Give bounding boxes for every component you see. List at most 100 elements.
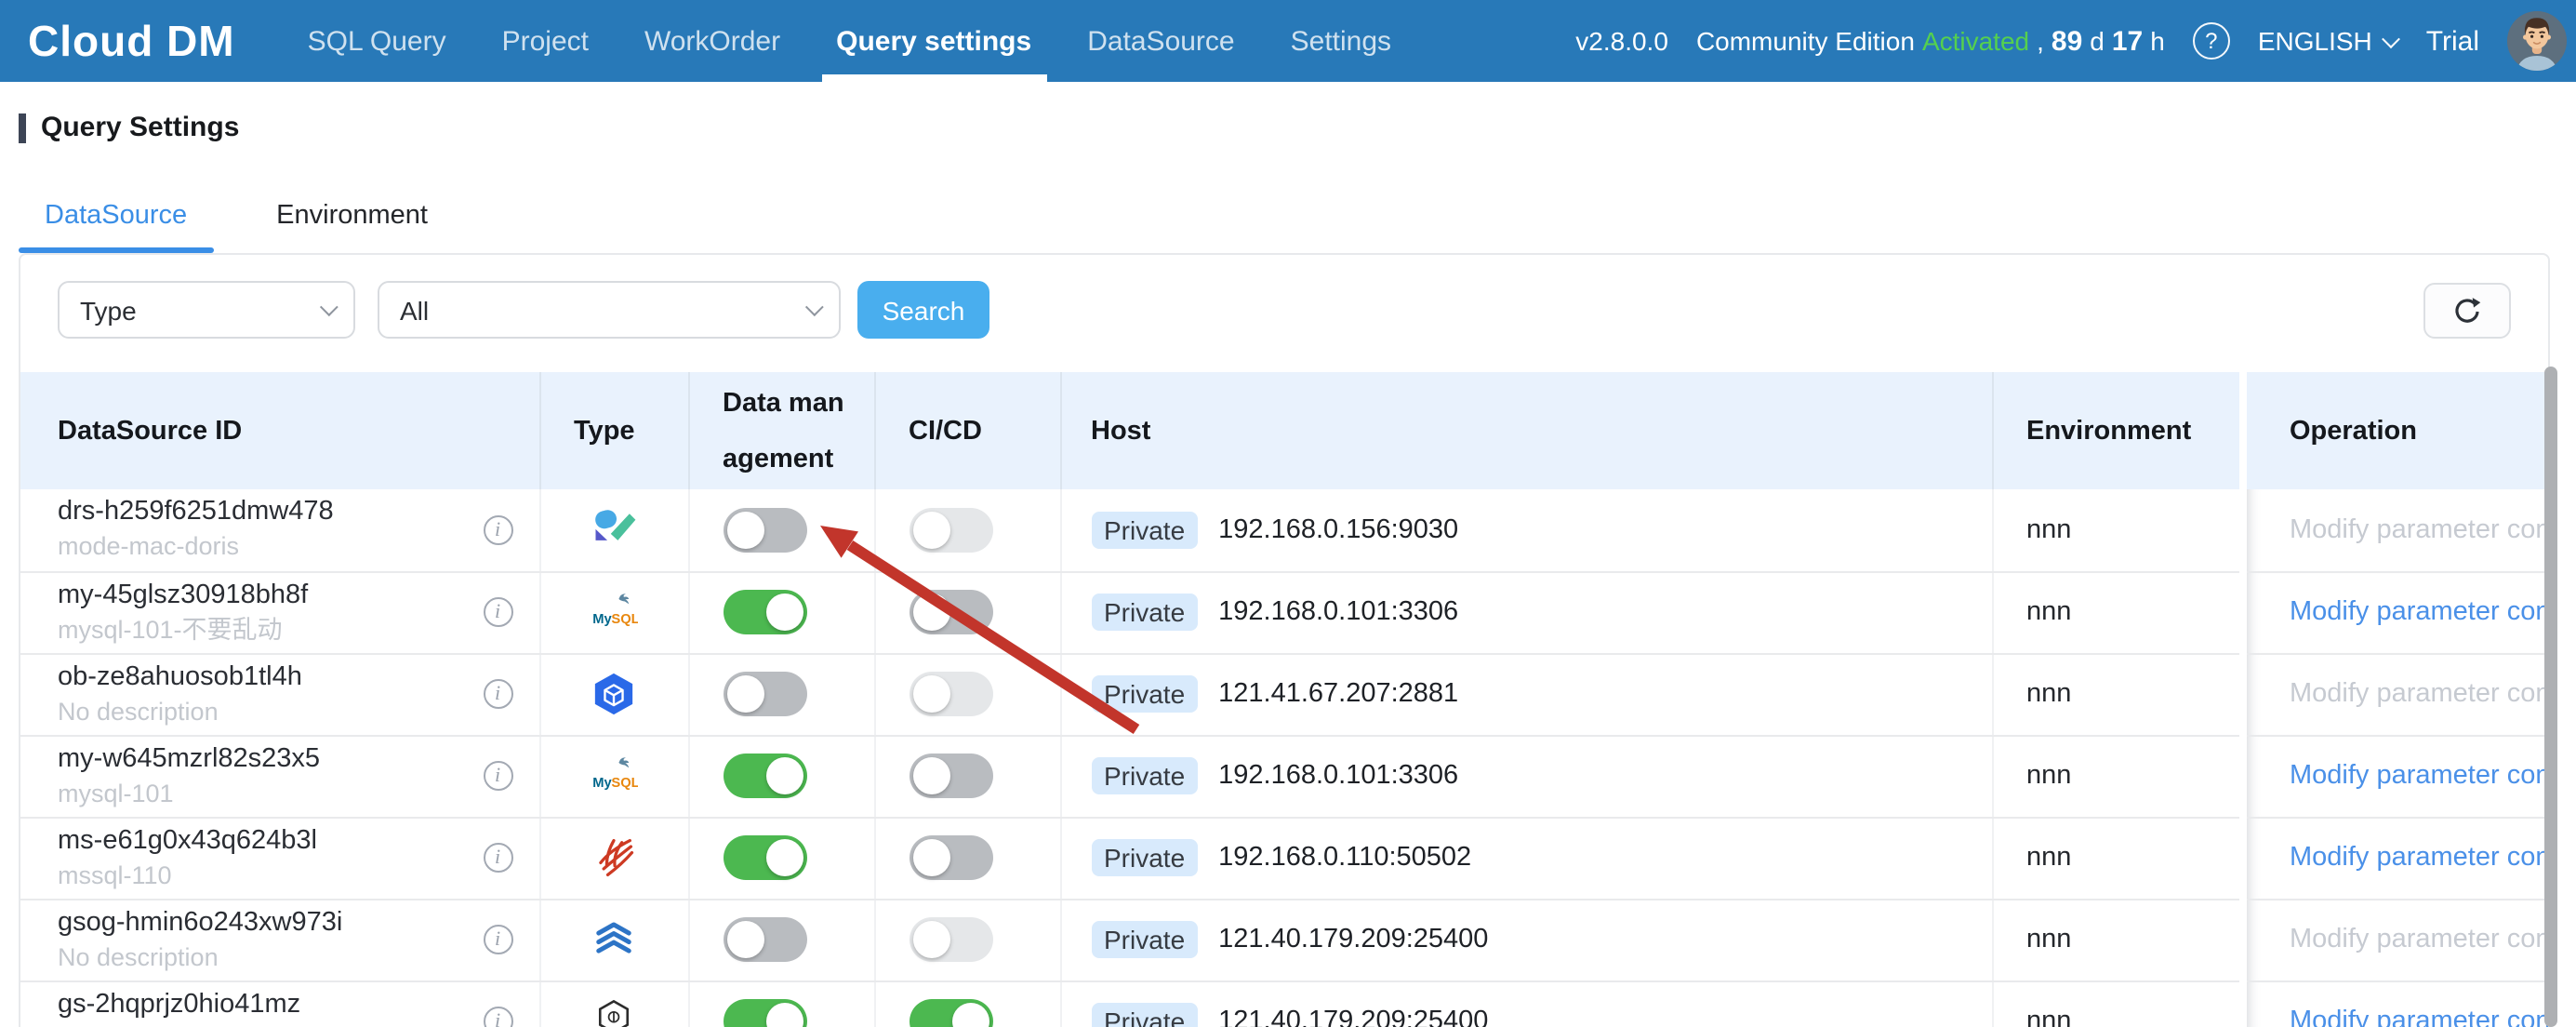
data-management-toggle[interactable] — [723, 672, 806, 716]
cicd-toggle[interactable] — [909, 917, 992, 962]
modify-parameter-link[interactable]: Modify parameter config — [2290, 679, 2548, 709]
table-row: ms-e61g0x43q624b3lmssql-110 Private192.1… — [20, 817, 2548, 899]
plan-label: Trial — [2426, 25, 2479, 57]
table-row: ob-ze8ahuosob1tl4hNo description Private… — [20, 653, 2548, 735]
data-management-toggle[interactable] — [723, 508, 806, 553]
datasource-description: No description — [58, 697, 302, 727]
data-management-toggle[interactable] — [723, 835, 806, 880]
toggle-knob — [726, 675, 764, 713]
toggle-knob — [726, 921, 764, 958]
cicd-toggle[interactable] — [909, 754, 992, 798]
datasource-id: my-45glsz30918bh8f — [58, 580, 308, 611]
toggle-knob — [765, 839, 803, 876]
chevron-down-icon — [805, 298, 824, 316]
content-card: Type All Search DataSource ID — [19, 253, 2550, 1027]
vertical-scrollbar[interactable] — [2544, 367, 2557, 1027]
cicd-toggle[interactable] — [909, 999, 992, 1027]
nav-item-sql-query[interactable]: SQL Query — [280, 0, 474, 82]
toggle-knob — [912, 675, 949, 713]
datasource-id: gsog-hmin6o243xw973i — [58, 907, 342, 939]
table-row: gsog-hmin6o243xw973iNo description Priva… — [20, 899, 2548, 980]
db-type-icon — [590, 834, 638, 882]
modify-parameter-link[interactable]: Modify parameter config — [2290, 925, 2548, 954]
modify-parameter-link[interactable]: Modify parameter config — [2290, 1007, 2548, 1027]
col-header-operation: Operation — [2243, 372, 2548, 489]
license-status: Community Edition Activated , 89 d 17 h — [1696, 25, 2165, 57]
data-management-toggle[interactable] — [723, 754, 806, 798]
tab-environment[interactable]: Environment — [250, 184, 454, 247]
environment-value: nnn — [1992, 653, 2243, 735]
host-address: 192.168.0.101:3306 — [1218, 597, 1458, 627]
datasource-description: mode-mac-doris — [58, 533, 334, 563]
network-scope-badge: Private — [1091, 594, 1198, 631]
network-scope-badge: Private — [1091, 921, 1198, 958]
avatar[interactable] — [2507, 11, 2567, 71]
search-button[interactable]: Search — [857, 281, 989, 339]
nav-item-project[interactable]: Project — [474, 0, 617, 82]
tab-bar: DataSource Environment — [19, 184, 491, 247]
modify-parameter-link[interactable]: Modify parameter config — [2290, 515, 2548, 545]
table-row: drs-h259f6251dmw478 mode-mac-doris Privat… — [20, 489, 2548, 571]
toggle-knob — [726, 512, 764, 549]
info-circle-icon[interactable] — [483, 679, 512, 709]
info-circle-icon[interactable] — [483, 761, 512, 791]
info-circle-icon[interactable] — [483, 843, 512, 873]
app-logo[interactable]: Cloud DM — [28, 16, 235, 66]
network-scope-badge: Private — [1091, 512, 1198, 549]
info-circle-icon[interactable] — [483, 925, 512, 954]
filter-type-select[interactable]: Type — [58, 281, 355, 339]
datasource-id: drs-h259f6251dmw478 — [58, 498, 334, 529]
tab-datasource[interactable]: DataSource — [19, 184, 213, 247]
nav-item-datasource[interactable]: DataSource — [1059, 0, 1262, 82]
environment-value: nnn — [1992, 899, 2243, 980]
network-scope-badge: Private — [1091, 1003, 1198, 1027]
table-row: my-45glsz30918bh8f mysql-101-不要乱动 Private… — [20, 571, 2548, 653]
version-label: v2.8.0.0 — [1575, 26, 1668, 56]
edition-label: Community Edition — [1696, 26, 1915, 56]
datasource-description: mysql-101-不要乱动 — [58, 615, 308, 645]
chevron-down-icon — [2383, 29, 2401, 47]
refresh-icon — [2450, 293, 2485, 328]
info-circle-icon[interactable] — [483, 597, 512, 627]
modify-parameter-link[interactable]: Modify parameter config — [2290, 761, 2548, 791]
host-address: 192.168.0.156:9030 — [1218, 515, 1458, 545]
days-unit: d — [2090, 26, 2105, 56]
main-menu: SQL Query Project WorkOrder Query settin… — [280, 0, 1419, 82]
datasource-id: gs-2hqprjz0hio41mz — [58, 989, 300, 1020]
network-scope-badge: Private — [1091, 675, 1198, 713]
cicd-toggle[interactable] — [909, 835, 992, 880]
user-avatar-icon — [2507, 11, 2567, 71]
db-type-icon — [590, 915, 638, 964]
toggle-knob — [912, 594, 949, 631]
datasource-description: No description — [58, 942, 342, 972]
host-address: 121.41.67.207:2881 — [1218, 679, 1458, 709]
nav-item-settings[interactable]: Settings — [1263, 0, 1419, 82]
days-remaining: 89 — [2052, 25, 2082, 57]
col-header-host: Host — [1060, 372, 1992, 489]
filter-value-select[interactable]: All — [378, 281, 841, 339]
toggle-knob — [765, 757, 803, 794]
info-circle-icon[interactable] — [483, 1007, 512, 1027]
chevron-down-icon — [320, 298, 339, 316]
data-management-toggle[interactable] — [723, 590, 806, 634]
info-circle-icon[interactable] — [483, 515, 512, 545]
environment-value: nnn — [1992, 980, 2243, 1027]
col-header-environment: Environment — [1992, 372, 2243, 489]
activation-badge: Activated — [1922, 26, 2029, 56]
data-management-toggle[interactable] — [723, 917, 806, 962]
data-management-toggle[interactable] — [723, 999, 806, 1027]
title-accent-bar — [19, 113, 26, 142]
help-icon[interactable]: ? — [2193, 22, 2230, 60]
nav-item-query-settings[interactable]: Query settings — [808, 0, 1059, 82]
modify-parameter-link[interactable]: Modify parameter config — [2290, 597, 2548, 627]
cicd-toggle[interactable] — [909, 672, 992, 716]
modify-parameter-link[interactable]: Modify parameter config — [2290, 843, 2548, 873]
network-scope-badge: Private — [1091, 757, 1198, 794]
nav-item-workorder[interactable]: WorkOrder — [617, 0, 808, 82]
cicd-toggle[interactable] — [909, 590, 992, 634]
refresh-button[interactable] — [2423, 283, 2511, 339]
cicd-toggle[interactable] — [909, 508, 992, 553]
top-navbar: Cloud DM SQL Query Project WorkOrder Que… — [0, 0, 2576, 82]
language-selector[interactable]: ENGLISH — [2258, 26, 2398, 56]
toggle-knob — [912, 921, 949, 958]
